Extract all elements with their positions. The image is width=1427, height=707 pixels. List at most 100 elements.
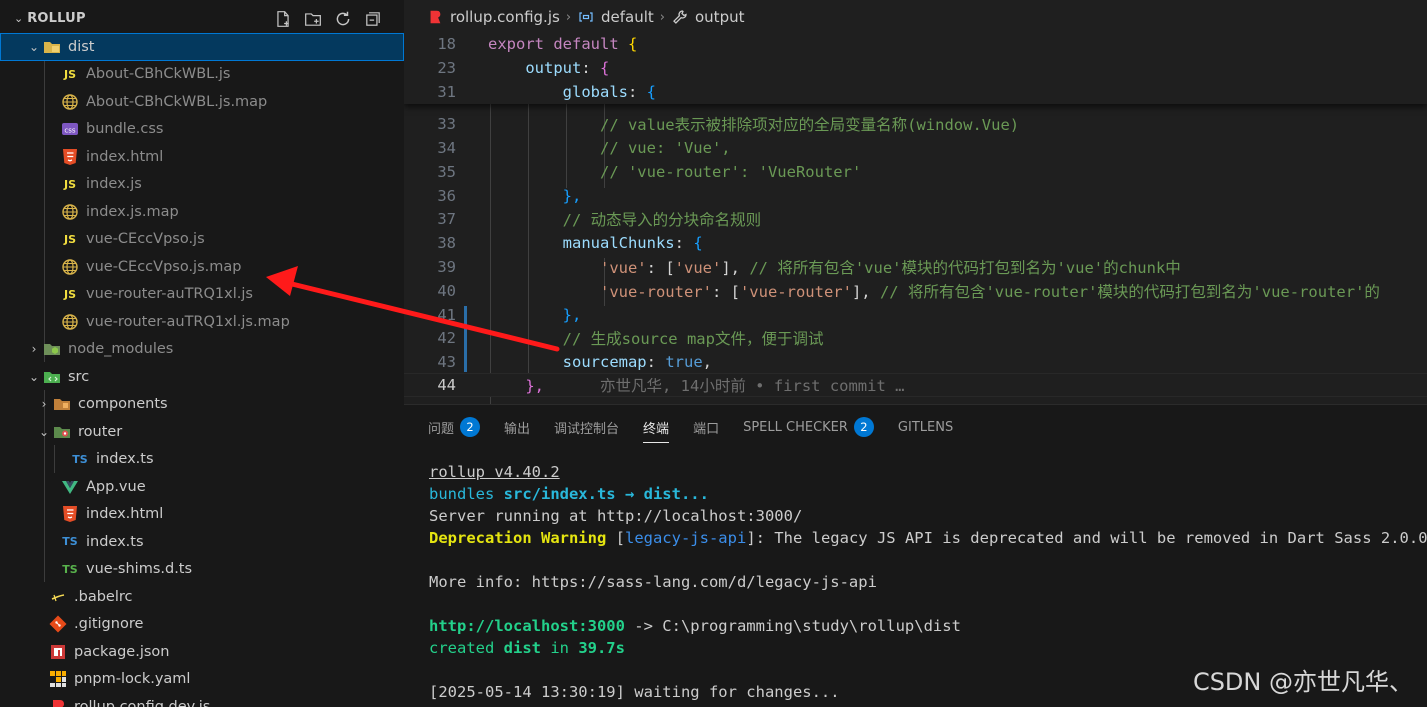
- explorer-header[interactable]: ⌄ ROLLUP: [0, 0, 404, 36]
- tree-file[interactable]: JS index.js: [0, 171, 404, 199]
- tab-problems[interactable]: 问题 2: [428, 405, 481, 449]
- sticky-scroll[interactable]: 18 export default { 23 output: { 31 glob…: [404, 32, 1427, 104]
- code-line: 39 'vue': ['vue'], // 将所有包含'vue'模块的代码打包到…: [437, 258, 1181, 277]
- new-file-icon[interactable]: [272, 8, 294, 30]
- tab-terminal[interactable]: 终端: [643, 405, 670, 449]
- code-line: 36 },: [437, 187, 582, 205]
- tree-file[interactable]: pnpm-lock.yaml: [0, 666, 404, 694]
- babel-file-icon: [48, 588, 68, 606]
- tree-file[interactable]: rollup.config.dev.js: [0, 693, 404, 707]
- typescript-definition-icon: TS: [62, 562, 78, 576]
- tree-file[interactable]: package.json: [0, 638, 404, 666]
- typescript-file-icon: TS: [72, 452, 88, 466]
- javascript-file-icon: JS: [63, 232, 76, 246]
- sourcemap-globe-icon: [60, 258, 80, 276]
- tree-file[interactable]: vue-router-auTRQ1xl.js.map: [0, 308, 404, 336]
- terminal-line: created dist in 39.7s: [429, 639, 625, 657]
- css-file-icon: css: [60, 120, 80, 138]
- html-file-icon: [60, 505, 80, 523]
- sourcemap-globe-icon: [60, 203, 80, 221]
- svg-text:css: css: [64, 127, 75, 135]
- folder-node-icon: [42, 340, 62, 358]
- chevron-right-icon: ›: [659, 9, 665, 25]
- chevron-right-icon: ›: [31, 342, 37, 357]
- chevron-down-icon[interactable]: ⌄: [14, 12, 23, 25]
- sourcemap-globe-icon: [60, 93, 80, 111]
- chevron-right-icon: ›: [41, 397, 47, 412]
- collapse-all-icon[interactable]: [362, 8, 384, 30]
- pnpm-file-icon: [48, 670, 68, 688]
- tree-file[interactable]: vue-CEccVpso.js.map: [0, 253, 404, 281]
- code-editor[interactable]: rollup.config.js › default › output 18 e…: [404, 0, 1427, 404]
- refresh-icon[interactable]: [332, 8, 354, 30]
- sourcemap-globe-icon: [60, 313, 80, 331]
- folder-components-icon: [52, 395, 72, 413]
- terminal-line: More info: https://sass-lang.com/d/legac…: [429, 573, 877, 591]
- breadcrumb-symbol-output[interactable]: output: [695, 8, 744, 26]
- code-line: 34 // vue: 'Vue',: [437, 139, 731, 157]
- new-folder-icon[interactable]: [302, 8, 324, 30]
- javascript-file-icon: JS: [63, 67, 76, 81]
- tree-file[interactable]: JS vue-CEccVpso.js: [0, 226, 404, 254]
- code-line: 35 // 'vue-router': 'VueRouter': [437, 163, 862, 181]
- tree-file[interactable]: About-CBhCkWBL.js.map: [0, 88, 404, 116]
- code-line: 43 sourcemap: true,: [437, 353, 712, 371]
- terminal-line: rollup v4.40.2: [429, 463, 560, 481]
- terminal-line: http://localhost:3000 -> C:\programming\…: [429, 617, 961, 635]
- folder-router-icon: [52, 423, 72, 441]
- problems-count-badge: 2: [460, 417, 481, 437]
- chevron-right-icon: ›: [565, 9, 572, 25]
- breadcrumb-symbol-default[interactable]: default: [601, 8, 654, 26]
- code-line: 37 // 动态导入的分块命名规则: [437, 210, 762, 229]
- spell-checker-count-badge: 2: [853, 417, 874, 437]
- rollup-file-icon: [48, 698, 68, 707]
- tree-file[interactable]: JS vue-router-auTRQ1xl.js: [0, 281, 404, 309]
- symbol-variable-icon: [577, 8, 595, 26]
- code-line: 41 },: [437, 306, 582, 324]
- tree-file[interactable]: index.html: [0, 501, 404, 529]
- tree-file[interactable]: index.html: [0, 143, 404, 171]
- tree-file[interactable]: TS index.ts: [0, 446, 404, 474]
- explorer-title: ROLLUP: [27, 10, 86, 26]
- tree-file[interactable]: .gitignore: [0, 611, 404, 639]
- terminal-line: Deprecation Warning [legacy-js-api]: The…: [429, 529, 1427, 547]
- html-file-icon: [60, 148, 80, 166]
- code-line: 40 'vue-router': ['vue-router'], // 将所有包…: [437, 282, 1380, 301]
- code-line: 38 manualChunks: {: [437, 234, 703, 252]
- tab-debug-console[interactable]: 调试控制台: [554, 405, 619, 449]
- wrench-icon: [671, 8, 689, 26]
- folder-src-icon: [42, 368, 62, 386]
- tab-ports[interactable]: 端口: [693, 405, 719, 449]
- code-line: 42 // 生成source map文件，便于调试: [437, 329, 824, 348]
- breadcrumb-file[interactable]: rollup.config.js: [450, 8, 560, 26]
- terminal-line: bundles src/index.ts → dist...: [429, 485, 709, 503]
- tab-spell-checker[interactable]: SPELL CHECKER 2: [743, 405, 874, 449]
- tree-file[interactable]: css bundle.css: [0, 116, 404, 144]
- tree-folder-node-modules[interactable]: › node_modules: [0, 336, 404, 364]
- code-line: 23 output: {: [437, 59, 610, 77]
- tab-gitlens[interactable]: GITLENS: [898, 405, 953, 449]
- chevron-down-icon: ⌄: [28, 39, 40, 54]
- tree-file[interactable]: JS About-CBhCkWBL.js: [0, 61, 404, 89]
- code-line: 33 // value表示被排除项对应的全局变量名称(window.Vue): [437, 115, 1020, 134]
- terminal-cursor-line: [429, 703, 1427, 707]
- rollup-file-icon: [426, 8, 444, 26]
- tree-folder-src[interactable]: ⌄ src: [0, 363, 404, 391]
- typescript-file-icon: TS: [62, 535, 78, 549]
- explorer-actions: [272, 8, 384, 30]
- tree-file[interactable]: index.js.map: [0, 198, 404, 226]
- tree-file[interactable]: App.vue: [0, 473, 404, 501]
- tree-folder-router[interactable]: ⌄ router: [0, 418, 404, 446]
- code-line: 31 globals: {: [437, 83, 656, 101]
- tree-file[interactable]: TS index.ts: [0, 528, 404, 556]
- tree-folder-components[interactable]: › components: [0, 391, 404, 419]
- tree-file[interactable]: TS vue-shims.d.ts: [0, 556, 404, 584]
- tree-file[interactable]: .babelrc: [0, 583, 404, 611]
- breadcrumb: rollup.config.js › default › output: [404, 0, 1427, 34]
- npm-file-icon: [48, 643, 68, 661]
- tab-output[interactable]: 输出: [504, 405, 530, 449]
- tree-folder-dist[interactable]: ⌄ dist: [0, 33, 404, 61]
- code-line: 18 export default {: [437, 35, 638, 53]
- panel-tabs: 问题 2 输出 调试控制台 终端 端口 SPELL CHECKER 2 GITLEN…: [404, 405, 953, 449]
